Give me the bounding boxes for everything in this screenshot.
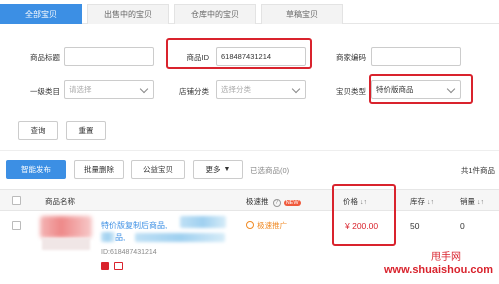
promote-link[interactable]: 极速推广 <box>246 220 287 231</box>
item-type-label: 宝贝类型 <box>336 87 366 96</box>
shop-category-select[interactable]: 选择分类 <box>216 80 306 99</box>
help-icon[interactable]: ? <box>272 199 281 207</box>
col-header-name: 商品名称 <box>45 197 75 206</box>
more-label: 更多 <box>205 165 221 174</box>
col-header-sales[interactable]: 销量 ↓↑ <box>460 196 484 207</box>
item-type-value: 特价版商品 <box>376 85 414 94</box>
sales-value: 0 <box>460 221 465 231</box>
tab-all-items[interactable]: 全部宝贝 <box>0 4 82 24</box>
category-placeholder: 请选择 <box>69 85 92 94</box>
tab-label: 全部宝贝 <box>25 10 57 19</box>
title-input[interactable] <box>64 47 154 66</box>
sort-icon: ↓↑ <box>360 199 367 206</box>
sort-icon: ↓↑ <box>477 199 484 206</box>
lightning-icon <box>246 221 254 229</box>
public-item-button[interactable]: 公益宝贝 <box>131 160 185 179</box>
product-id: ID:618487431214 <box>101 249 157 256</box>
watermark-url: www.shuaishou.com <box>384 264 493 276</box>
divider <box>0 150 499 151</box>
row-checkbox[interactable] <box>12 221 21 230</box>
watermark-brand: 甩手网 <box>431 252 461 263</box>
price-value: ¥ 200.00 <box>345 221 379 231</box>
price-header-label: 价格 <box>343 197 358 206</box>
selected-count: 已选商品(0) <box>250 166 290 175</box>
tab-in-warehouse[interactable]: 仓库中的宝贝 <box>174 4 256 24</box>
category-label: 一级类目 <box>30 87 60 96</box>
sort-icon: ↓↑ <box>427 199 434 206</box>
stock-value: 50 <box>410 221 420 231</box>
shop-category-label: 店铺分类 <box>179 87 209 96</box>
tag-icon <box>101 262 109 270</box>
product-title-redacted <box>180 216 226 228</box>
merchant-code-label: 商家编码 <box>336 53 366 62</box>
tab-label: 草稿宝贝 <box>286 10 318 19</box>
edit-icon[interactable] <box>114 262 123 270</box>
chevron-down-icon <box>446 84 456 94</box>
product-title-link[interactable]: 特价版复制后商品, <box>101 220 167 231</box>
product-thumbnail[interactable] <box>40 216 92 238</box>
product-title-redacted-2 <box>101 232 115 242</box>
item-type-select[interactable]: 特价版商品 <box>371 80 461 99</box>
col-header-price[interactable]: 价格 ↓↑ <box>343 196 367 207</box>
title-label: 商品标题 <box>30 53 60 62</box>
id-label: 商品ID <box>186 53 210 62</box>
product-thumbnail-caption <box>42 238 90 250</box>
tab-label: 出售中的宝贝 <box>104 10 152 19</box>
col-header-promote: 极速推 ? NEW <box>246 196 301 207</box>
chevron-down-icon <box>139 84 149 94</box>
price-highlight-box <box>332 184 396 246</box>
new-badge: NEW <box>283 200 301 206</box>
product-title-redacted-3 <box>135 233 225 242</box>
stock-header-label: 库存 <box>410 197 425 206</box>
tab-on-sale[interactable]: 出售中的宝贝 <box>87 4 169 24</box>
tab-drafts[interactable]: 草稿宝贝 <box>261 4 343 24</box>
select-all-checkbox[interactable] <box>12 196 21 205</box>
batch-delete-button[interactable]: 批量删除 <box>74 160 124 179</box>
sales-header-label: 销量 <box>460 197 475 206</box>
caret-down-icon: ▼ <box>223 166 231 173</box>
total-count: 共1件商品 <box>460 166 495 175</box>
merchant-code-input[interactable] <box>371 47 461 66</box>
tab-label: 仓库中的宝贝 <box>191 10 239 19</box>
reset-button[interactable]: 重置 <box>66 121 106 140</box>
chevron-down-icon <box>291 84 301 94</box>
smart-publish-button[interactable]: 智能发布 <box>6 160 66 179</box>
promote-header-label: 极速推 <box>246 197 269 206</box>
category-select[interactable]: 请选择 <box>64 80 154 99</box>
query-button[interactable]: 查询 <box>18 121 58 140</box>
col-header-stock[interactable]: 库存 ↓↑ <box>410 196 434 207</box>
shop-category-placeholder: 选择分类 <box>221 85 251 94</box>
id-input[interactable]: 618487431214 <box>216 47 306 66</box>
promote-link-label: 极速推广 <box>257 221 288 230</box>
more-button[interactable]: 更多 ▼ <box>193 160 243 179</box>
